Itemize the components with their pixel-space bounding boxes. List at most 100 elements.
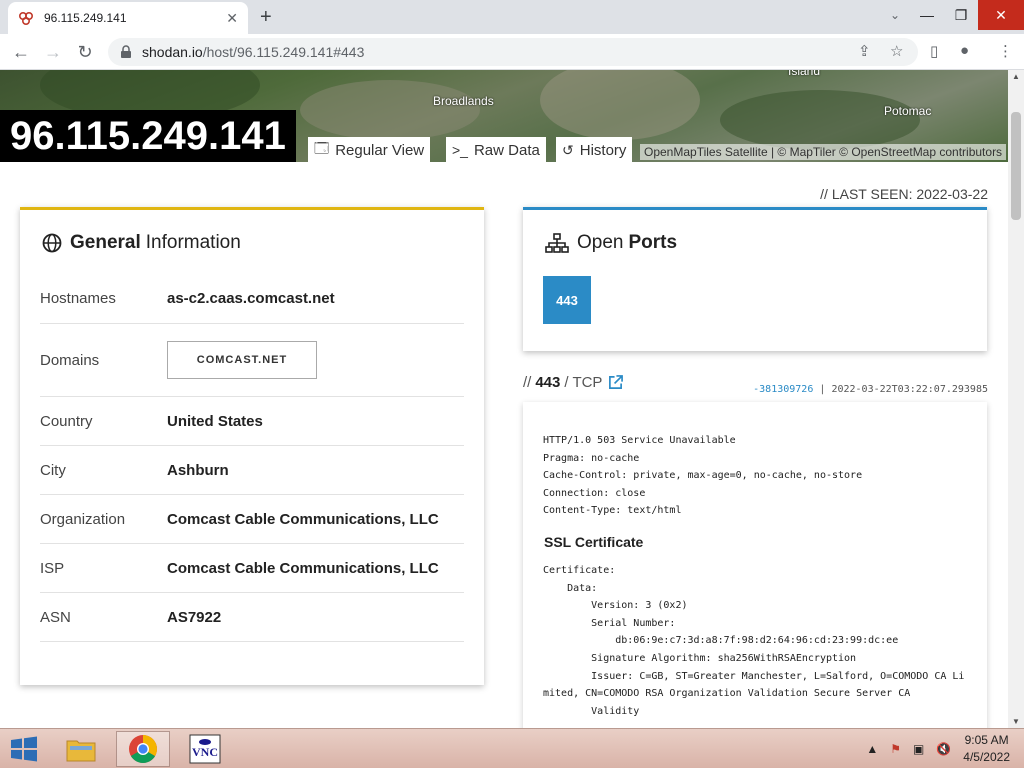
isp-value: Comcast Cable Communications, LLC <box>167 559 439 577</box>
window-icon: 🗔 <box>314 140 330 156</box>
host-ip-title: 96.115.249.141 <box>0 110 296 162</box>
card-title: Open Ports <box>545 232 682 254</box>
card-title-light: Open <box>577 232 624 253</box>
external-link-icon[interactable] <box>608 375 624 390</box>
map-label: Broadlands <box>433 94 494 108</box>
map-label: Potomac <box>884 104 932 118</box>
history-icon: ↺ <box>562 141 574 158</box>
scroll-up-icon[interactable]: ▲ <box>1008 72 1024 81</box>
card-title-light: Information <box>145 232 241 253</box>
card-title: General Information <box>42 232 241 254</box>
last-seen-date: // LAST SEEN: 2022-03-22 <box>820 186 988 202</box>
info-key: Country <box>40 412 93 430</box>
page-scrollbar[interactable]: ▲ ▼ <box>1008 70 1024 728</box>
volume-muted-icon[interactable]: 🔇 <box>936 742 951 756</box>
new-tab-button[interactable]: + <box>260 6 272 29</box>
info-row-organization: Organization Comcast Cable Communication… <box>40 495 464 544</box>
forward-button[interactable]: → <box>42 41 64 63</box>
address-bar[interactable]: shodan.io/host/96.115.249.141#443 <box>108 38 918 66</box>
info-row-city: City Ashburn <box>40 446 464 495</box>
info-key: Hostnames <box>40 290 116 307</box>
url-host: shodan.io <box>142 44 203 60</box>
vnc-viewer-taskbar-button[interactable]: VNC <box>178 731 232 767</box>
windows-start-icon[interactable] <box>10 736 38 762</box>
service-prefix: // <box>523 374 532 391</box>
info-key: ISP <box>40 559 65 577</box>
profile-avatar-icon[interactable]: ● <box>960 42 969 59</box>
info-row-domains: Domains COMCAST.NET <box>40 324 464 397</box>
clock-time: 9:05 AM <box>964 733 1009 747</box>
service-port: 443 <box>535 374 561 391</box>
city-value: Ashburn <box>167 461 229 479</box>
menu-kebab-icon[interactable]: ⋮ <box>998 42 1013 60</box>
windows-taskbar: VNC ▲ ⚑ ▣ 🔇 9:05 AM 4/5/2022 <box>0 728 1024 768</box>
meta-separator: | <box>819 384 826 395</box>
map-label: Island <box>788 70 821 78</box>
info-key: ASN <box>40 608 71 626</box>
ssl-certificate-heading: SSL Certificate <box>544 533 644 550</box>
tab-close-icon[interactable]: ✕ <box>226 10 238 27</box>
chrome-taskbar-button[interactable] <box>116 731 170 767</box>
organization-value: Comcast Cable Communications, LLC <box>167 510 439 528</box>
card-title-bold: General <box>70 232 141 253</box>
info-row-country: Country United States <box>40 397 464 446</box>
info-row-hostnames: Hostnames as-c2.caas.comcast.net <box>40 274 464 324</box>
taskbar-clock[interactable]: 9:05 AM 4/5/2022 <box>963 732 1010 766</box>
info-key: City <box>40 461 66 479</box>
open-ports-card: Open Ports 443 <box>523 207 987 351</box>
terminal-icon: >_ <box>452 142 468 158</box>
url-path: /host/96.115.249.141#443 <box>202 44 365 60</box>
map-attribution[interactable]: OpenMapTiles Satellite | © MapTiler © Op… <box>640 144 1007 160</box>
banner-hash-link[interactable]: -381309726 <box>753 384 813 395</box>
clock-date: 4/5/2022 <box>963 750 1010 764</box>
reload-button[interactable]: ↻ <box>74 41 96 63</box>
page-content: Island Broadlands Potomac 96.115.249.141… <box>0 70 1008 728</box>
banner-timestamp: 2022-03-22T03:22:07.293985 <box>831 384 988 395</box>
domain-chip[interactable]: COMCAST.NET <box>167 341 317 379</box>
service-meta: -381309726 | 2022-03-22T03:22:07.293985 <box>753 384 988 395</box>
hostname-value: as-c2.caas.comcast.net <box>167 290 335 307</box>
tab-label: Raw Data <box>473 141 540 159</box>
location-map[interactable]: Island Broadlands Potomac 96.115.249.141… <box>0 70 1008 162</box>
window-controls: — ❐ ✕ <box>910 0 1024 30</box>
scroll-down-icon[interactable]: ▼ <box>1008 717 1024 726</box>
scrollbar-thumb[interactable] <box>1011 112 1021 220</box>
restore-button[interactable]: ❐ <box>944 0 978 30</box>
tab-history[interactable]: ↺ History <box>556 137 633 162</box>
chrome-icon <box>129 735 157 763</box>
network-icon[interactable]: ▣ <box>913 742 924 756</box>
lock-icon <box>121 45 131 58</box>
show-hidden-icons-icon[interactable]: ▲ <box>866 742 878 756</box>
info-row-isp: ISP Comcast Cable Communications, LLC <box>40 544 464 593</box>
svg-text:VNC: VNC <box>192 745 218 759</box>
tab-raw-data[interactable]: >_ Raw Data <box>446 137 546 162</box>
globe-icon <box>42 233 62 253</box>
http-response: HTTP/1.0 503 Service Unavailable Pragma:… <box>543 435 863 517</box>
tab-title: 96.115.249.141 <box>44 11 127 25</box>
action-center-flag-icon[interactable]: ⚑ <box>890 742 901 756</box>
tab-label: History <box>579 141 627 159</box>
minimize-button[interactable]: — <box>910 0 944 30</box>
tab-regular-view[interactable]: 🗔 Regular View <box>308 137 431 162</box>
share-icon[interactable]: ⇪ <box>858 42 871 60</box>
ssl-certificate-text: Certificate: Data: Version: 3 (0x2) Seri… <box>543 564 965 717</box>
side-panel-icon[interactable]: ▯ <box>930 42 938 60</box>
bookmark-star-icon[interactable]: ☆ <box>890 42 903 60</box>
browser-toolbar: ← → ↻ shodan.io/host/96.115.249.141#443 … <box>0 34 1024 70</box>
system-tray: ▲ ⚑ ▣ 🔇 9:05 AM 4/5/2022 <box>866 729 1024 769</box>
port-443-button[interactable]: 443 <box>543 276 591 324</box>
back-button[interactable]: ← <box>10 41 32 63</box>
general-information-card: General Information Hostnames as-c2.caas… <box>20 207 484 685</box>
folder-icon <box>66 740 96 762</box>
card-title-bold: Ports <box>628 232 678 253</box>
asn-value: AS7922 <box>167 608 222 626</box>
close-window-button[interactable]: ✕ <box>978 0 1024 30</box>
file-explorer-taskbar-button[interactable] <box>54 731 108 767</box>
info-key: Organization <box>40 510 126 528</box>
service-header: // 443 / TCP <box>523 374 624 391</box>
tab-search-chevron-icon[interactable]: ⌄ <box>890 8 900 22</box>
browser-tab[interactable]: 96.115.249.141 ✕ <box>8 2 248 34</box>
vnc-icon: VNC <box>189 734 221 764</box>
country-value: United States <box>167 412 263 430</box>
network-tree-icon <box>545 233 569 253</box>
